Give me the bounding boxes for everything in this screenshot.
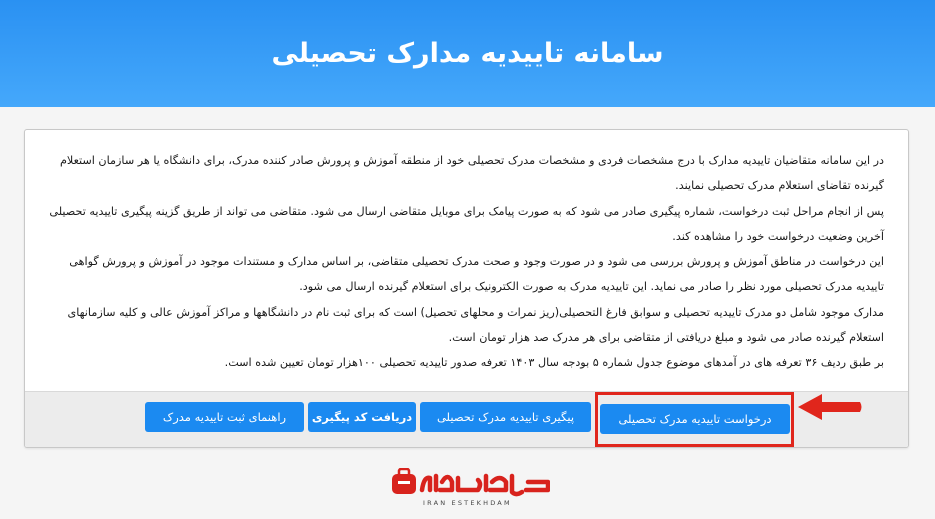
registration-guide-button[interactable]: راهنمای ثبت تاییدیه مدرک [145, 402, 304, 432]
info-paragraph-3: این درخواست در مناطق آموزش و پرورش بررسی… [69, 255, 884, 294]
info-paragraph-2: پس از انجام مراحل ثبت درخواست، شماره پیگ… [49, 204, 884, 243]
iran-estekhdam-logo: IRAN ESTEKHDAM [390, 467, 551, 508]
info-paragraph-5: بر طبق ردیف ۳۶ تعرفه های در آمدهای موضوع… [224, 356, 884, 370]
page-title: سامانه تاییدیه مدارک تحصیلی [271, 38, 664, 69]
info-text: در این سامانه متقاضیان تاییدیه مدارک با … [25, 130, 908, 391]
info-paragraph-4: مدارک موجود شامل دو مدرک تاییدیه تحصیلی … [67, 305, 884, 345]
get-tracking-code-button[interactable]: دریافت کد پیگیری [308, 402, 416, 432]
page-header: سامانه تاییدیه مدارک تحصیلی [0, 0, 935, 107]
annotation-arrow-icon [798, 394, 862, 420]
track-certificate-button[interactable]: پیگیری تاییدیه مدرک تحصیلی [420, 402, 591, 432]
request-certificate-button[interactable]: درخواست تاییدیه مدرک تحصیلی [600, 404, 790, 434]
logo-mark-icon: IRAN ESTEKHDAM [392, 467, 551, 507]
svg-text:IRAN ESTEKHDAM: IRAN ESTEKHDAM [423, 499, 512, 507]
action-bar: درخواست تاییدیه مدرک تحصیلی پیگیری تایید… [25, 391, 908, 447]
info-card: در این سامانه متقاضیان تاییدیه مدارک با … [24, 129, 909, 448]
info-paragraph-1: در این سامانه متقاضیان تاییدیه مدارک با … [59, 154, 884, 193]
